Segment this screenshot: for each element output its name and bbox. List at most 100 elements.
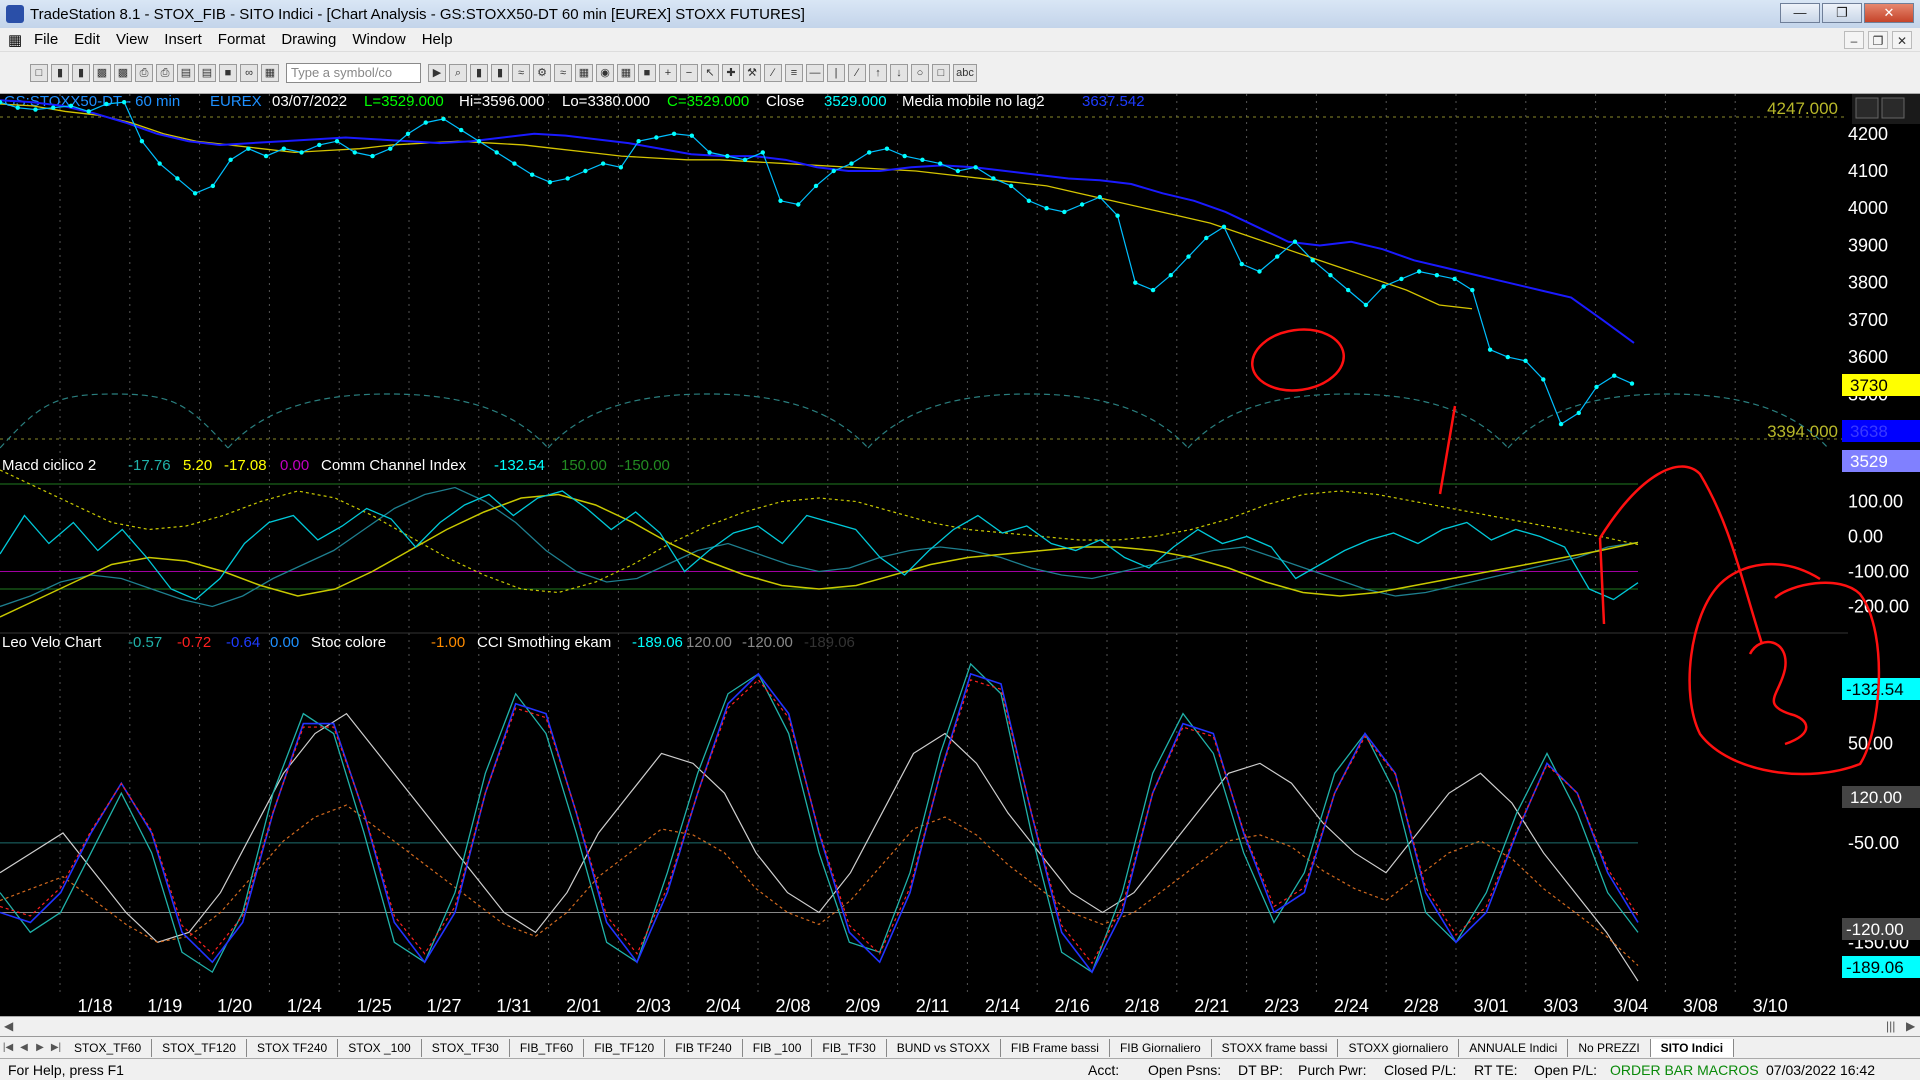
new-icon[interactable]: □ bbox=[30, 63, 48, 82]
tab-fib-tf120[interactable]: FIB_TF120 bbox=[584, 1038, 666, 1057]
line-chart-icon[interactable]: ≈ bbox=[512, 63, 530, 82]
text-tool-icon[interactable]: abc bbox=[953, 63, 977, 82]
tab-fib-tf30[interactable]: FIB_TF30 bbox=[812, 1038, 887, 1057]
print-preview-icon[interactable]: ⎙ bbox=[156, 63, 174, 82]
horizontal-scrollbar[interactable]: ◀ ||| ▶ bbox=[0, 1016, 1920, 1036]
format-symbol-icon[interactable]: ⚙ bbox=[533, 63, 551, 82]
tab-stox-tf240[interactable]: STOX TF240 bbox=[247, 1038, 339, 1057]
rectangle-icon[interactable]: □ bbox=[932, 63, 950, 82]
matrix-icon[interactable]: ▦ bbox=[617, 63, 635, 82]
menu-view[interactable]: View bbox=[108, 31, 156, 48]
symbol-go-icon[interactable]: ▶ bbox=[428, 63, 446, 82]
tab-prev-icon[interactable]: ◀ bbox=[16, 1042, 32, 1053]
ellipse-icon[interactable]: ○ bbox=[911, 63, 929, 82]
window-icon[interactable]: ▤ bbox=[177, 63, 195, 82]
price-point bbox=[1416, 269, 1422, 274]
channel-icon[interactable]: ∕ bbox=[848, 63, 866, 82]
menu-file[interactable]: File bbox=[26, 31, 66, 48]
horizontal-line-icon[interactable]: — bbox=[806, 63, 824, 82]
close-button[interactable]: ✕ bbox=[1864, 3, 1914, 23]
tab-next-icon[interactable]: ▶ bbox=[32, 1042, 48, 1053]
insert-analysis-icon[interactable]: ▦ bbox=[261, 63, 279, 82]
cci-smooth-lower: -120.00 bbox=[742, 634, 793, 651]
scroll-right-icon[interactable]: ▶ bbox=[1906, 1019, 1915, 1033]
tab-stox-tf120[interactable]: STOX_TF120 bbox=[152, 1038, 247, 1057]
arrow-down-icon[interactable]: ↓ bbox=[890, 63, 908, 82]
price-point bbox=[51, 105, 56, 110]
chart-canvas[interactable]: GS:STOXX50-DT - 60 min EUREX 03/07/2022 … bbox=[0, 94, 1920, 1016]
date-tick-label: 2/11 bbox=[916, 996, 950, 1016]
tab-fib-frame-bassi[interactable]: FIB Frame bassi bbox=[1001, 1038, 1110, 1057]
pointer-icon[interactable]: ↖ bbox=[701, 63, 719, 82]
tab-sito-indici[interactable]: SITO Indici bbox=[1650, 1038, 1735, 1057]
tab-stox-100[interactable]: STOX _100 bbox=[338, 1038, 422, 1057]
toolbar: □ ▮ ▮ ▩ ▩ ⎙ ⎙ ▤ ▤ ■ ∞ ▦ Type a symbol/co… bbox=[0, 52, 1920, 94]
menu-edit[interactable]: Edit bbox=[66, 31, 108, 48]
price-tick-label: 3600 bbox=[1848, 347, 1888, 367]
tab-stox-tf60[interactable]: STOX_TF60 bbox=[64, 1038, 153, 1057]
cascade-icon[interactable]: ▤ bbox=[198, 63, 216, 82]
panel-restore-button[interactable] bbox=[1881, 97, 1905, 119]
menu-format[interactable]: Format bbox=[210, 31, 274, 48]
tab-fib-100[interactable]: FIB _100 bbox=[743, 1038, 813, 1057]
status-macros[interactable]: ORDER BAR MACROS bbox=[1602, 1062, 1759, 1078]
tab-fib-giornaliero[interactable]: FIB Giornaliero bbox=[1110, 1038, 1212, 1057]
chart-menu-icon[interactable]: ▦ bbox=[0, 31, 26, 49]
symbol-lookup-icon[interactable]: ⌕ bbox=[449, 63, 467, 82]
menu-help[interactable]: Help bbox=[414, 31, 461, 48]
scroll-left-icon[interactable]: ◀ bbox=[4, 1019, 13, 1033]
indicator-icon[interactable]: ≈ bbox=[554, 63, 572, 82]
workspace-tabs: |◀ ◀ ▶ ▶| STOX_TF60 STOX_TF120 STOX TF24… bbox=[0, 1036, 1920, 1058]
window-controls: — ❐ ✕ bbox=[1780, 3, 1914, 23]
arrow-up-icon[interactable]: ↑ bbox=[869, 63, 887, 82]
tools-icon[interactable]: ⚒ bbox=[743, 63, 761, 82]
trendline-icon[interactable]: ∕ bbox=[764, 63, 782, 82]
bar-chart-icon[interactable]: ▮ bbox=[470, 63, 488, 82]
price-point bbox=[68, 103, 74, 109]
tab-no-prezzi[interactable]: No PREZZI bbox=[1568, 1038, 1651, 1057]
vertical-line-icon[interactable]: | bbox=[827, 63, 845, 82]
symbol-input[interactable]: Type a symbol/co bbox=[286, 62, 421, 83]
mdi-close-button[interactable]: ✕ bbox=[1892, 31, 1912, 49]
menu-insert[interactable]: Insert bbox=[156, 31, 210, 48]
menu-drawing[interactable]: Drawing bbox=[273, 31, 344, 48]
save-icon[interactable]: ▩ bbox=[93, 63, 111, 82]
open-workspace-icon[interactable]: ▮ bbox=[72, 63, 90, 82]
tab-first-icon[interactable]: |◀ bbox=[0, 1042, 16, 1053]
fib-lines-icon[interactable]: ≡ bbox=[785, 63, 803, 82]
tab-last-icon[interactable]: ▶| bbox=[48, 1042, 64, 1053]
tab-stoxx-frame-bassi[interactable]: STOXX frame bassi bbox=[1212, 1038, 1339, 1057]
minimize-button[interactable]: — bbox=[1780, 3, 1820, 23]
menu-window[interactable]: Window bbox=[344, 31, 413, 48]
tab-fib-tf240[interactable]: FIB TF240 bbox=[665, 1038, 743, 1057]
mdi-restore-button[interactable]: ❐ bbox=[1868, 31, 1888, 49]
strategy-icon[interactable]: ▦ bbox=[575, 63, 593, 82]
print-icon[interactable]: ⎙ bbox=[135, 63, 153, 82]
link-icon[interactable]: ∞ bbox=[240, 63, 258, 82]
price-point bbox=[1541, 377, 1546, 382]
tab-bund-vs-stoxx[interactable]: BUND vs STOXX bbox=[887, 1038, 1001, 1057]
crosshair-icon[interactable]: ✚ bbox=[722, 63, 740, 82]
scroll-thumb[interactable]: ||| bbox=[1886, 1019, 1895, 1033]
price-point bbox=[725, 153, 730, 159]
status-datetime: 07/03/2022 16:42 bbox=[1766, 1061, 1875, 1078]
save-all-icon[interactable]: ▩ bbox=[114, 63, 132, 82]
tab-annuale-indici[interactable]: ANNUALE Indici bbox=[1459, 1038, 1569, 1057]
radar-icon[interactable]: ◉ bbox=[596, 63, 614, 82]
zoom-in-icon[interactable]: + bbox=[659, 63, 677, 82]
lock-icon[interactable]: ■ bbox=[219, 63, 237, 82]
mdi-minimize-button[interactable]: – bbox=[1844, 31, 1864, 49]
tab-stoxx-giornaliero[interactable]: STOXX giornaliero bbox=[1338, 1038, 1460, 1057]
candle-chart-icon[interactable]: ▮ bbox=[491, 63, 509, 82]
price-point bbox=[636, 139, 641, 144]
macd-value-2: 5.20 bbox=[183, 457, 212, 474]
zoom-out-icon[interactable]: − bbox=[680, 63, 698, 82]
price-point bbox=[388, 146, 393, 151]
tab-stox-tf30[interactable]: STOX_TF30 bbox=[422, 1038, 510, 1057]
open-icon[interactable]: ▮ bbox=[51, 63, 69, 82]
maximize-button[interactable]: ❐ bbox=[1822, 3, 1862, 23]
date-tick-label: 2/21 bbox=[1194, 996, 1229, 1016]
panel-minimize-button[interactable] bbox=[1855, 97, 1879, 119]
tab-fib-tf60[interactable]: FIB_TF60 bbox=[510, 1038, 585, 1057]
order-bar-icon[interactable]: ■ bbox=[638, 63, 656, 82]
